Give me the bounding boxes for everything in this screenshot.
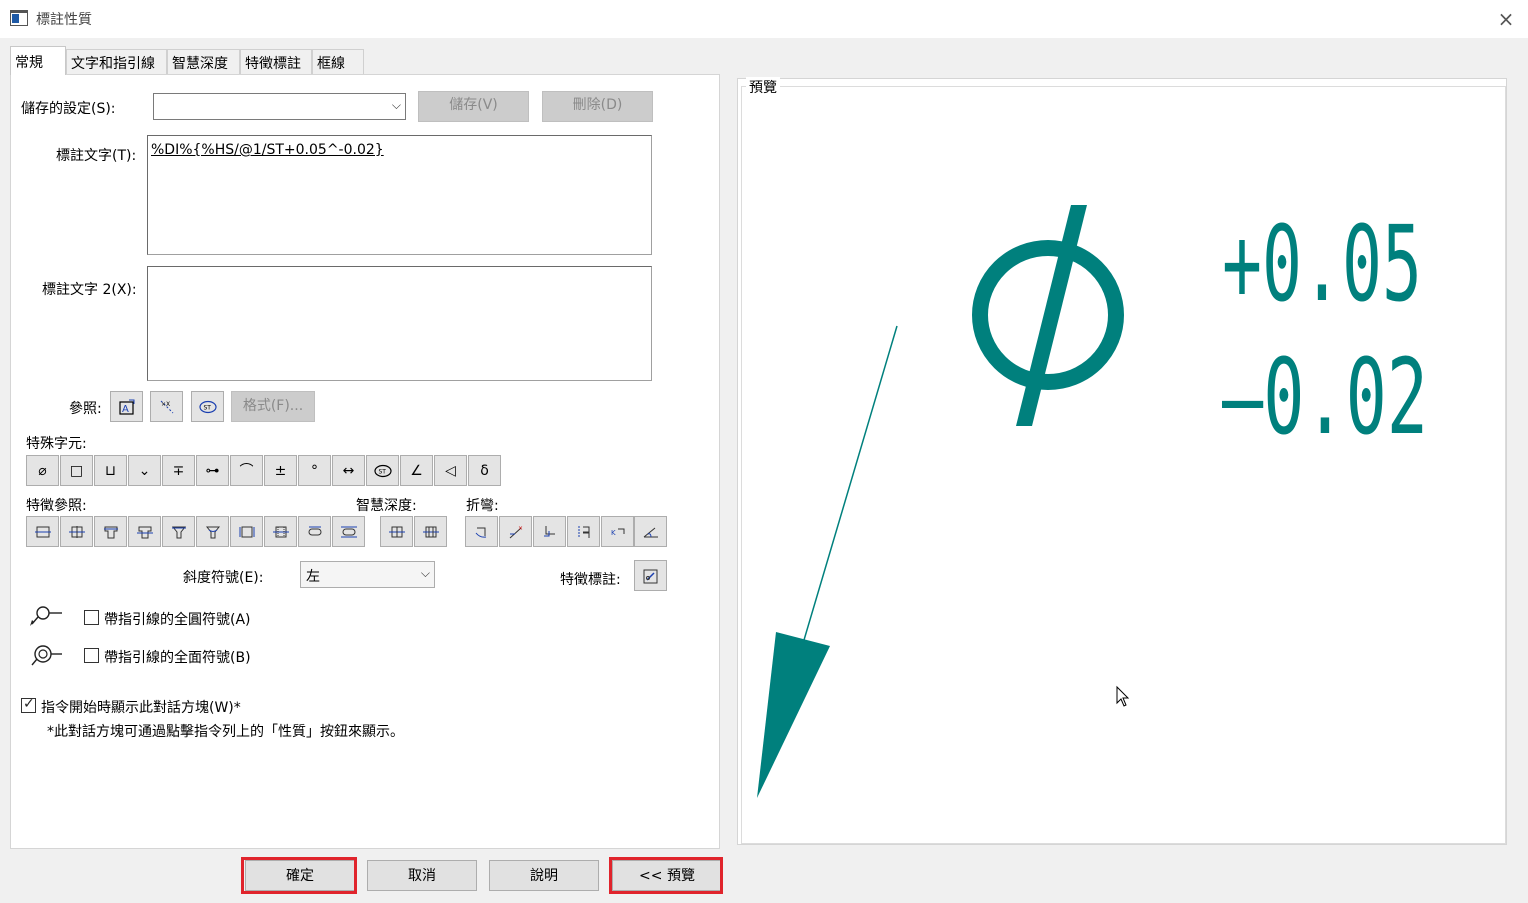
bend-radius-icon[interactable]: [533, 516, 566, 547]
delete-button[interactable]: 刪除(D): [542, 91, 653, 122]
counterbore-depth-icon[interactable]: [128, 516, 161, 547]
special-characters-label: 特殊字元:: [26, 436, 87, 452]
square-symbol-button[interactable]: □: [60, 455, 93, 486]
format-button[interactable]: 格式(F)...: [231, 391, 315, 422]
tab-text-and-leader[interactable]: 文字和指引線: [66, 49, 167, 74]
chevron-down-icon: ⌵: [391, 98, 401, 112]
preview-canvas: +0.05 –0.02: [757, 203, 1428, 798]
all-around-label: 帶指引線的全圓符號(A): [104, 612, 251, 628]
thread-diameter-icon[interactable]: [264, 516, 297, 547]
tab-feature-callout[interactable]: 特徵標註: [240, 49, 312, 74]
reference-label: 參照:: [69, 401, 102, 417]
depth-symbol-button[interactable]: ∓: [162, 455, 195, 486]
slope-symbol-button[interactable]: ∠: [400, 455, 433, 486]
title-bar: [0, 0, 1528, 38]
slot-width-icon[interactable]: [298, 516, 331, 547]
insert-property-icon[interactable]: A: [110, 391, 143, 422]
dialog-note: *此對話方塊可通過點擊指令列上的「性質」按鈕來顯示。: [47, 724, 404, 740]
feature-callout-edit-icon[interactable]: [634, 560, 667, 591]
slope-direction-value: 左: [306, 569, 320, 585]
all-over-label: 帶指引線的全面符號(B): [104, 650, 251, 666]
slope-direction-select[interactable]: 左 ⌵: [300, 561, 435, 588]
ok-button-highlight: [241, 857, 357, 894]
show-on-start-label: 指令開始時顯示此對話方塊(W)*: [41, 700, 241, 716]
lower-tolerance-text: –0.02: [1222, 336, 1428, 458]
svg-text:×: ×: [518, 525, 523, 532]
help-button[interactable]: 說明: [489, 860, 599, 891]
tab-general[interactable]: 常規: [10, 46, 66, 75]
save-button[interactable]: 儲存(V): [418, 91, 529, 122]
saved-settings-label: 儲存的設定(S):: [21, 101, 116, 117]
degree-symbol-button[interactable]: °: [298, 455, 331, 486]
all-around-checkbox[interactable]: [84, 610, 99, 625]
callout-text-field[interactable]: %DI%{%HS/@1/ST+0.05^-0.02}: [147, 135, 652, 255]
callout-text2-label: 標註文字 2(X):: [42, 282, 137, 298]
tab-border[interactable]: 框線: [312, 49, 364, 74]
counterbore-symbol-button[interactable]: ⊔: [94, 455, 127, 486]
insert-dimension-icon[interactable]: ×X: [150, 391, 183, 422]
statistical-symbol-button[interactable]: ST: [366, 455, 399, 486]
feature-callout-label: 特徵標註:: [560, 572, 621, 588]
callout-text-value: %DI%{%HS/@1/ST+0.05^-0.02}: [151, 142, 384, 158]
bend-label: 折彎:: [466, 498, 499, 514]
saved-settings-combo[interactable]: ⌵: [153, 93, 406, 120]
countersink-diameter-icon[interactable]: [162, 516, 195, 547]
slot-length-icon[interactable]: [332, 516, 365, 547]
feature-reference-label: 特徵參照:: [26, 498, 87, 514]
hole-size-icon[interactable]: [26, 516, 59, 547]
hole-diameter-icon[interactable]: [60, 516, 93, 547]
mouse-cursor-icon: [1116, 685, 1130, 707]
arc-symbol-button[interactable]: ⌒: [230, 455, 263, 486]
close-icon[interactable]: ×: [1494, 7, 1518, 31]
hole-depth-icon[interactable]: [230, 516, 263, 547]
preview-button-highlight: [609, 857, 723, 894]
svg-text:K: K: [611, 529, 616, 537]
slope-symbol-label: 斜度符號(E):: [183, 570, 264, 586]
callout-text-label: 標註文字(T):: [56, 148, 137, 164]
counterbore-diameter-icon[interactable]: [94, 516, 127, 547]
smart-depth-thread-icon[interactable]: [414, 516, 447, 547]
bend-angle-measure-icon[interactable]: [634, 516, 667, 547]
smart-depth-label: 智慧深度:: [356, 498, 417, 514]
tab-smart-depth[interactable]: 智慧深度: [167, 49, 240, 74]
bend-angle-icon[interactable]: ×: [499, 516, 532, 547]
insert-symbol-icon[interactable]: ST: [191, 391, 224, 422]
diameter-symbol-button[interactable]: ⌀: [26, 455, 59, 486]
window-icon: [10, 10, 28, 26]
origin-symbol-button[interactable]: ⊶: [196, 455, 229, 486]
svg-text:ST: ST: [203, 404, 211, 411]
bend-k-factor-icon[interactable]: K: [601, 516, 634, 547]
svg-text:×X: ×X: [161, 401, 170, 408]
leader-arrowhead: [757, 632, 830, 798]
conical-taper-symbol-button[interactable]: ◁: [434, 455, 467, 486]
upper-tolerance-text: +0.05: [1222, 203, 1422, 325]
window-title: 標註性質: [36, 12, 92, 28]
diameter-symbol-slash: [1016, 205, 1087, 426]
show-on-start-checkbox[interactable]: [21, 696, 36, 713]
all-over-leader-icon: [31, 645, 62, 666]
bend-direction-icon[interactable]: [465, 516, 498, 547]
delta-symbol-button[interactable]: δ: [468, 455, 501, 486]
countersink-angle-icon[interactable]: [196, 516, 229, 547]
statistical-symbol-text: ST: [378, 468, 386, 475]
smart-depth-hole-icon[interactable]: [380, 516, 413, 547]
cancel-button[interactable]: 取消: [367, 860, 477, 891]
all-over-checkbox[interactable]: [84, 648, 99, 663]
between-symbol-button[interactable]: ↔: [332, 455, 365, 486]
plus-minus-symbol-button[interactable]: ±: [264, 455, 297, 486]
countersink-symbol-button[interactable]: ⌄: [128, 455, 161, 486]
bend-sequence-icon[interactable]: [567, 516, 600, 547]
svg-text:A: A: [122, 404, 129, 415]
callout-text2-field[interactable]: [147, 266, 652, 381]
chevron-down-icon: ⌵: [420, 566, 430, 580]
all-around-leader-icon: [30, 606, 62, 626]
